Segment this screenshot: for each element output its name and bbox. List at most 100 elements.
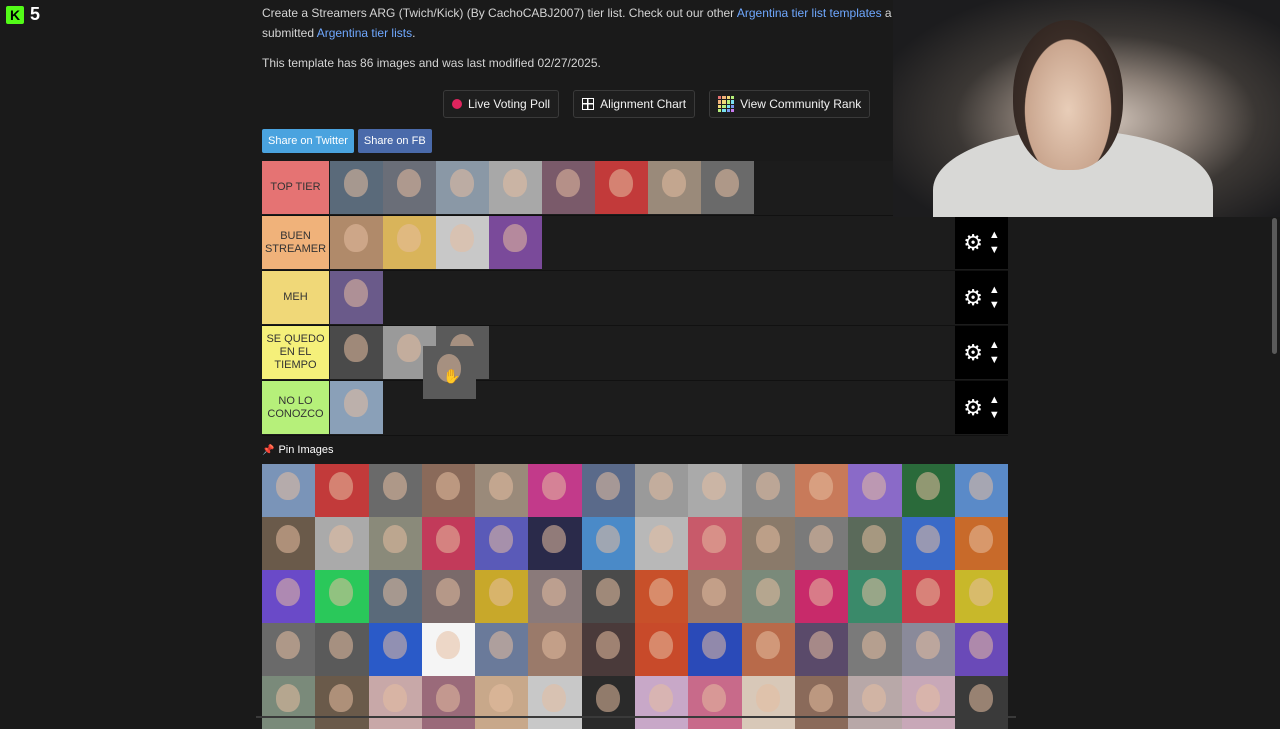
- pool-image[interactable]: [528, 623, 582, 676]
- pool-image[interactable]: [954, 464, 1009, 517]
- pool-image[interactable]: [741, 623, 795, 676]
- pool-image[interactable]: [741, 517, 795, 570]
- pool-image[interactable]: [901, 623, 955, 676]
- tier-item-image[interactable]: [489, 161, 542, 214]
- tier-item-image[interactable]: [436, 216, 489, 269]
- pool-image[interactable]: [421, 623, 476, 676]
- pool-image[interactable]: [581, 517, 636, 570]
- pool-image[interactable]: [848, 464, 902, 517]
- tier-item-image[interactable]: [701, 161, 754, 214]
- pool-image[interactable]: [635, 623, 689, 676]
- tier-item-image[interactable]: [489, 216, 542, 269]
- tier-label[interactable]: NO LO CONOZCO: [262, 381, 329, 434]
- tier-item-image[interactable]: [330, 216, 383, 269]
- pool-image[interactable]: [368, 517, 422, 570]
- chevron-up-icon[interactable]: ▲: [989, 394, 1000, 406]
- pool-image[interactable]: [848, 570, 902, 623]
- pool-image[interactable]: [528, 676, 582, 729]
- pool-image[interactable]: [368, 623, 422, 676]
- live-voting-poll-button[interactable]: Live Voting Poll: [443, 90, 560, 118]
- pool-image[interactable]: [262, 623, 316, 676]
- gear-icon[interactable]: ⚙: [963, 286, 983, 309]
- pool-image[interactable]: [901, 570, 955, 623]
- pool-image[interactable]: [794, 517, 849, 570]
- pool-image[interactable]: [528, 517, 582, 570]
- pool-image[interactable]: [741, 570, 795, 623]
- chevron-up-icon[interactable]: ▲: [989, 339, 1000, 351]
- view-community-rank-button[interactable]: View Community Rank: [709, 90, 871, 118]
- pool-image[interactable]: [635, 676, 689, 729]
- pool-image[interactable]: [794, 623, 849, 676]
- chevron-down-icon[interactable]: ▼: [989, 244, 1000, 256]
- chevron-up-icon[interactable]: ▲: [989, 229, 1000, 241]
- pool-image[interactable]: [315, 570, 369, 623]
- pool-image[interactable]: [954, 676, 1009, 729]
- share-facebook-button[interactable]: Share on FB: [357, 129, 432, 153]
- tier-item-image[interactable]: [383, 216, 436, 269]
- pool-image[interactable]: [581, 464, 636, 517]
- tier-item-image[interactable]: [330, 271, 383, 324]
- pool-image[interactable]: [368, 570, 422, 623]
- pool-image[interactable]: [262, 570, 316, 623]
- pool-image[interactable]: [368, 676, 422, 729]
- tier-item-image[interactable]: [542, 161, 595, 214]
- tier-item-image[interactable]: [330, 381, 383, 434]
- pool-image[interactable]: [262, 464, 316, 517]
- pool-image[interactable]: [954, 517, 1009, 570]
- chevron-down-icon[interactable]: ▼: [989, 299, 1000, 311]
- pool-image[interactable]: [848, 676, 902, 729]
- pool-image[interactable]: [475, 570, 529, 623]
- tier-item-image[interactable]: [436, 161, 489, 214]
- tier-item-image[interactable]: [648, 161, 701, 214]
- pool-image[interactable]: [848, 623, 902, 676]
- pool-image[interactable]: [581, 570, 636, 623]
- chevron-up-icon[interactable]: ▲: [989, 284, 1000, 296]
- tier-label[interactable]: MEH: [262, 271, 329, 324]
- chevron-down-icon[interactable]: ▼: [989, 409, 1000, 421]
- pool-image[interactable]: [368, 464, 422, 517]
- tier-label[interactable]: SE QUEDO EN EL TIEMPO: [262, 326, 329, 379]
- tier-item-image[interactable]: [383, 161, 436, 214]
- pool-image[interactable]: [475, 464, 529, 517]
- pool-image[interactable]: [475, 676, 529, 729]
- pool-image[interactable]: [635, 570, 689, 623]
- pool-image[interactable]: [688, 676, 742, 729]
- tier-label[interactable]: BUEN STREAMER: [262, 216, 329, 269]
- pool-image[interactable]: [901, 517, 955, 570]
- pool-image[interactable]: [315, 676, 369, 729]
- gear-icon[interactable]: ⚙: [963, 341, 983, 364]
- share-twitter-button[interactable]: Share on Twitter: [262, 129, 354, 153]
- chevron-down-icon[interactable]: ▼: [989, 354, 1000, 366]
- pool-image[interactable]: [688, 623, 742, 676]
- pool-image[interactable]: [528, 570, 582, 623]
- page-scrollbar[interactable]: [1272, 218, 1277, 354]
- pool-image[interactable]: [315, 464, 369, 517]
- argentina-tier-lists-link[interactable]: Argentina tier lists: [317, 26, 412, 40]
- gear-icon[interactable]: ⚙: [963, 231, 983, 254]
- tier-label[interactable]: TOP TIER: [262, 161, 329, 214]
- tier-item-image[interactable]: [330, 326, 383, 379]
- pool-image[interactable]: [475, 517, 529, 570]
- pin-images-header[interactable]: 📌 Pin Images: [262, 444, 333, 456]
- pool-image[interactable]: [688, 517, 742, 570]
- pool-image[interactable]: [794, 464, 849, 517]
- pool-image[interactable]: [741, 676, 795, 729]
- tier-item-image[interactable]: [595, 161, 648, 214]
- pool-image[interactable]: [954, 623, 1009, 676]
- pool-image[interactable]: [688, 464, 742, 517]
- pool-image[interactable]: [475, 623, 529, 676]
- pool-image[interactable]: [262, 676, 316, 729]
- pool-image[interactable]: [421, 464, 476, 517]
- pool-image[interactable]: [421, 570, 476, 623]
- pool-image[interactable]: [315, 517, 369, 570]
- pool-image[interactable]: [581, 676, 636, 729]
- gear-icon[interactable]: ⚙: [963, 396, 983, 419]
- pool-image[interactable]: [635, 464, 689, 517]
- pool-image[interactable]: [741, 464, 795, 517]
- pool-image[interactable]: [901, 464, 955, 517]
- pool-image[interactable]: [315, 623, 369, 676]
- pool-image[interactable]: [421, 676, 476, 729]
- pool-image[interactable]: [794, 676, 849, 729]
- pool-image[interactable]: [688, 570, 742, 623]
- alignment-chart-button[interactable]: Alignment Chart: [573, 90, 696, 118]
